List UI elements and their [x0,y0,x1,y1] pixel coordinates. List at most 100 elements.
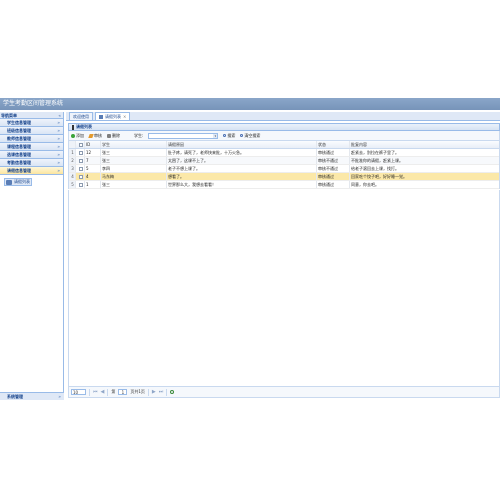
col-reason[interactable]: 请假原因 [167,141,317,148]
tab-leave-list[interactable]: 请假列表 × [95,112,131,120]
col-student[interactable]: 学生 [101,141,167,148]
add-button[interactable]: 添加 [71,133,84,139]
page-number-input[interactable]: 1 [118,389,128,395]
cell-reply: 给老子滚回去上课，找打。 [351,166,399,171]
close-icon[interactable]: × [123,113,126,120]
sidebar-item-system[interactable]: 系统管理 » [0,392,64,400]
cell-status: 审核不通过 [317,157,350,164]
sidebar-item-student[interactable]: 学生信息管理 » [0,119,63,127]
cell-reason: 肚子疼，请死了，老师快来批，十万火急。 [167,149,317,156]
sidebar-item-selection[interactable]: 选课信息管理 » [0,151,63,159]
edit-icon [88,133,94,138]
refresh-icon[interactable] [170,390,175,394]
row-checkbox[interactable] [78,174,83,179]
search-icon [223,134,227,137]
cell-reason: 世界那么大，我想去看看！ [167,181,317,188]
last-page-icon[interactable]: ⏭ [159,389,164,395]
list-icon [6,179,12,185]
sidebar-item-course[interactable]: 课程信息管理 » [0,143,63,151]
row-checkbox[interactable] [78,158,83,163]
cell-student: 张三 [101,157,167,164]
sidebar-item-label: 教师信息管理 [7,136,31,141]
leave-submenu: 请假列表 [0,175,63,364]
pagination-bar: 10 ⏮ ◀ 第 1 页共1页 ▶ ⏭ [68,386,500,398]
student-filter-label: 学生: [134,132,144,138]
col-id[interactable]: ID [85,141,101,148]
cell-id: 5 [85,165,101,172]
cell-id: 12 [85,149,101,156]
sidebar-item-class[interactable]: 班级信息管理 » [0,127,63,135]
sidebar-item-label: 选课信息管理 [7,152,31,157]
tab-welcome[interactable]: 欢迎使用 [69,112,93,120]
sidebar-item-leave[interactable]: 请假信息管理 » [0,167,63,175]
student-select[interactable]: ▾ [148,132,219,139]
add-label: 添加 [76,132,84,138]
tab-bar: 欢迎使用 请假列表 × [66,112,500,121]
sidebar-header: 导航菜单 « [0,112,63,119]
cell-status: 审核不通过 [317,165,350,172]
page-size-select[interactable]: 10 [71,389,86,395]
row-checkbox[interactable] [78,166,83,171]
cell-reply: 同意，你去吧。 [351,182,379,187]
table-empty-area [68,190,500,386]
cell-reply: 赶紧去，别拉在裤子里了。 [351,150,399,155]
sidebar-item-label: 学生信息管理 [7,120,31,125]
row-number: 4 [69,173,76,180]
cell-student: 李四 [101,165,167,172]
delete-icon [107,133,111,138]
chevron-down-icon: » [57,160,60,165]
sidebar-item-label: 考勤信息管理 [7,160,31,165]
tab-label: 欢迎使用 [73,114,89,119]
table-row[interactable]: 1 12 张三 肚子疼，请死了，老师快来批，十万火急。 审核通过 赶紧去，别拉在… [69,149,499,157]
menu-icon [72,124,74,130]
submenu-leave-list[interactable]: 请假列表 [4,178,32,186]
sidebar-header-label: 导航菜单 [1,113,17,118]
chevron-down-icon: » [57,136,60,141]
chevron-down-icon: » [57,128,60,133]
search-label: 搜索 [227,132,236,138]
sidebar-item-attendance[interactable]: 考勤信息管理 » [0,159,63,167]
clear-search-button[interactable]: 清空搜索 [240,133,260,139]
table-row[interactable]: 5 1 张三 世界那么大，我想去看看！ 审核通过 同意，你去吧。 [69,181,499,189]
app-title: 学生考勤区间管理系统 [0,98,500,110]
cell-reason: 太困了，这课不上了。 [167,157,317,164]
first-page-icon[interactable]: ⏮ [93,389,98,395]
col-reply[interactable]: 批复内容 [350,141,499,148]
cell-status: 审核通过 [317,149,350,156]
cell-student: 张三 [101,181,167,188]
next-page-icon[interactable]: ▶ [152,389,156,395]
submenu-label: 请假列表 [14,179,30,184]
col-status[interactable]: 状态 [317,141,350,148]
cell-reply: 回家吃个饺子吧，好好睡一觉。 [351,174,407,179]
leave-table: ID 学生 请假原因 状态 批复内容 1 12 张三 肚子疼，请死了，老师快来批… [68,141,500,189]
select-all-checkbox[interactable] [78,142,83,147]
row-number: 2 [69,157,76,164]
table-row[interactable]: 4 4 马东梅 想看了。 审核通过 回家吃个饺子吧，好好睡一觉。 [69,173,499,181]
table-header: ID 学生 请假原因 状态 批复内容 [69,141,499,149]
app-window: 学生考勤区间管理系统 导航菜单 « 学生信息管理 » 班级信息管理 » 教师信息管理… [0,98,500,400]
collapse-icon[interactable]: « [58,112,61,119]
cell-reason: 老子不想上课了。 [167,165,317,172]
delete-label: 删除 [112,132,120,138]
delete-button[interactable]: 删除 [107,133,120,139]
row-checkbox[interactable] [78,182,83,187]
chevron-down-icon[interactable]: ▾ [213,133,218,138]
sidebar-item-teacher[interactable]: 教师信息管理 » [0,135,63,143]
table-row[interactable]: 2 7 张三 太困了，这课不上了。 审核不通过 不批准你的请假，赶紧上课。 [69,157,499,165]
search-button[interactable]: 搜索 [223,133,235,139]
row-number: 3 [69,165,76,172]
approve-button[interactable]: 审核 [88,133,102,139]
sidebar-item-label: 课程信息管理 [7,144,31,149]
cell-reply: 不批准你的请假，赶紧上课。 [351,158,403,163]
sidebar-item-label: 请假信息管理 [7,168,31,173]
chevron-down-icon: » [57,120,60,125]
table-row[interactable]: 3 5 李四 老子不想上课了。 审核不通过 给老子滚回去上课，找打。 [69,165,499,173]
add-icon [71,133,75,138]
cell-student: 马东梅 [101,173,167,180]
cell-id: 1 [85,181,101,188]
row-checkbox[interactable] [78,150,83,155]
prev-page-icon[interactable]: ◀ [101,389,105,395]
tab-label: 请假列表 [105,114,121,119]
main-area: 欢迎使用 请假列表 × 请假列表 添加 审核 删除 学生: ▾ 搜索 清空搜索 [66,112,500,400]
toolbar: 添加 审核 删除 学生: ▾ 搜索 清空搜索 [68,131,500,141]
